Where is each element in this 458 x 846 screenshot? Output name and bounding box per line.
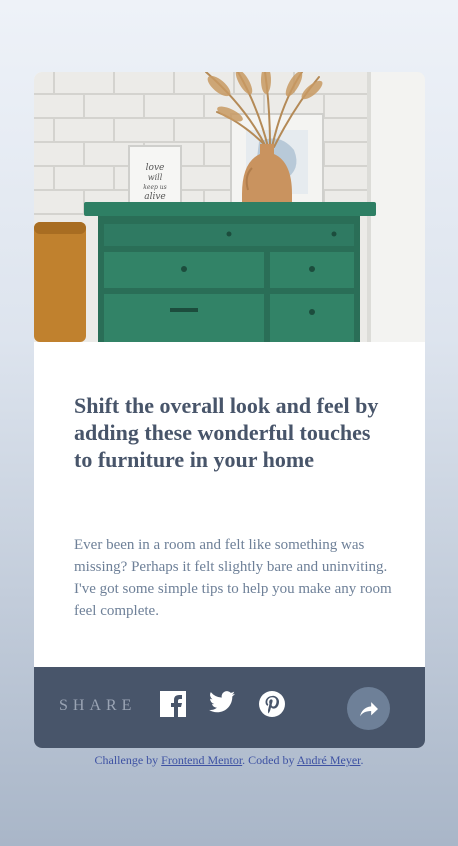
- share-bar: SHARE: [34, 667, 425, 748]
- attribution: Challenge by Frontend Mentor. Coded by A…: [0, 753, 458, 768]
- frame-text-line: love: [146, 163, 165, 173]
- share-label: SHARE: [59, 697, 137, 714]
- attribution-middle: . Coded by: [242, 753, 297, 767]
- attribution-suffix: .: [360, 753, 364, 767]
- author-link[interactable]: André Meyer: [297, 753, 361, 767]
- drawers-illustration: love will keep us alive: [34, 72, 425, 342]
- share-button[interactable]: [347, 687, 390, 730]
- facebook-icon[interactable]: [160, 691, 186, 717]
- article-image: love will keep us alive: [34, 72, 425, 342]
- article-body: Shift the overall look and feel by addin…: [34, 342, 425, 667]
- frontend-mentor-link[interactable]: Frontend Mentor: [161, 753, 242, 767]
- share-arrow-icon: [359, 701, 378, 716]
- pinterest-icon[interactable]: [259, 691, 285, 717]
- frame-text-line: will: [148, 173, 163, 182]
- article-description: Ever been in a room and felt like someth…: [74, 537, 392, 619]
- article-card: love will keep us alive Shift the overal…: [34, 72, 425, 748]
- twitter-icon[interactable]: [209, 691, 235, 717]
- attribution-prefix: Challenge by: [94, 753, 162, 767]
- frame-text-line: keep us: [143, 184, 166, 191]
- frame-text-line: alive: [144, 192, 166, 202]
- article-title: Shift the overall look and feel by addin…: [74, 393, 379, 472]
